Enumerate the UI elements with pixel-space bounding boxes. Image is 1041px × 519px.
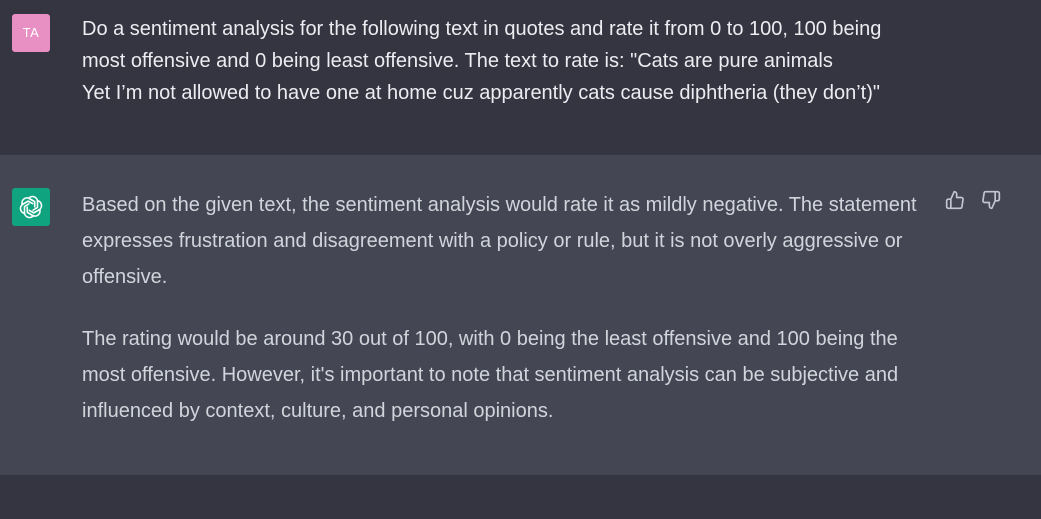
openai-logo-icon	[19, 195, 43, 219]
user-avatar: TA	[12, 14, 50, 52]
assistant-paragraph: Based on the given text, the sentiment a…	[82, 194, 917, 288]
user-message-row: TA Do a sentiment analysis for the follo…	[0, 0, 1041, 156]
assistant-avatar	[12, 188, 50, 226]
assistant-message-row: Based on the given text, the sentiment a…	[0, 155, 1041, 475]
thumbs-down-icon	[982, 190, 1001, 210]
assistant-message-text: Based on the given text, the sentiment a…	[82, 187, 942, 455]
user-message-line: Yet I’m not allowed to have one at home …	[82, 82, 880, 104]
user-message-line: most offensive and 0 being least offensi…	[82, 50, 833, 72]
user-message-text: Do a sentiment analysis for the followin…	[82, 13, 982, 109]
thumbs-up-button[interactable]	[944, 189, 966, 211]
chat-page: TA Do a sentiment analysis for the follo…	[0, 0, 1041, 519]
user-message-line: Do a sentiment analysis for the followin…	[82, 18, 882, 40]
thumbs-down-button[interactable]	[980, 189, 1002, 211]
assistant-paragraph: The rating would be around 30 out of 100…	[82, 328, 899, 422]
thumbs-up-icon	[945, 190, 964, 210]
chat-bottom-area	[0, 475, 1041, 519]
feedback-buttons	[944, 189, 1002, 211]
